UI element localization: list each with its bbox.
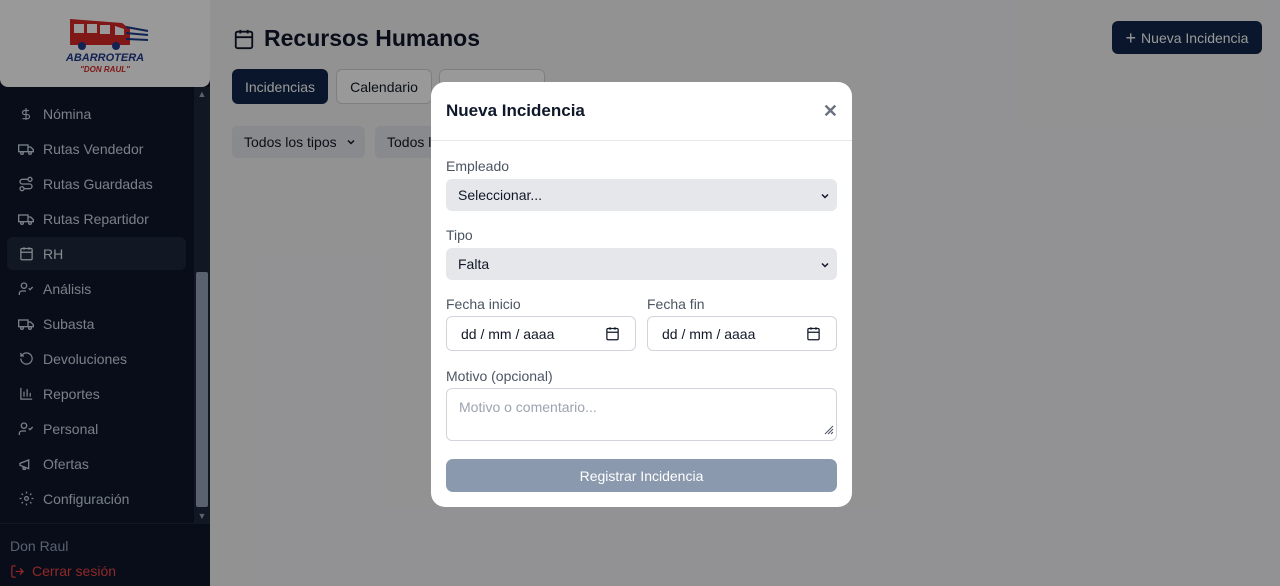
reason-textarea[interactable]: Motivo o comentario...	[446, 388, 837, 441]
reason-label: Motivo (opcional)	[446, 368, 553, 384]
type-select-value: Falta	[458, 256, 490, 272]
end-date-label: Fecha fin	[647, 296, 705, 312]
end-date-value: dd / mm / aaaa	[662, 325, 756, 342]
start-date-label: Fecha inicio	[446, 296, 521, 312]
calendar-icon[interactable]	[605, 326, 620, 344]
type-label: Tipo	[446, 227, 473, 243]
calendar-icon[interactable]	[806, 326, 821, 344]
chevron-down-icon	[819, 258, 831, 274]
resize-grip-icon[interactable]	[822, 422, 834, 438]
modal-header: Nueva Incidencia ✕	[431, 82, 852, 141]
employee-select-value: Seleccionar...	[458, 187, 543, 203]
type-select[interactable]: Falta	[446, 248, 837, 280]
employee-select[interactable]: Seleccionar...	[446, 179, 837, 211]
close-icon[interactable]: ✕	[823, 102, 838, 120]
start-date-input[interactable]: dd / mm / aaaa	[446, 316, 636, 351]
reason-placeholder: Motivo o comentario...	[459, 399, 597, 415]
employee-label: Empleado	[446, 158, 510, 174]
modal-title: Nueva Incidencia	[446, 101, 585, 120]
new-incident-modal: Nueva Incidencia ✕ Empleado Seleccionar.…	[431, 82, 852, 507]
end-date-input[interactable]: dd / mm / aaaa	[647, 316, 837, 351]
start-date-value: dd / mm / aaaa	[461, 325, 555, 342]
register-incident-button[interactable]: Registrar Incidencia	[446, 459, 837, 492]
chevron-down-icon	[819, 189, 831, 205]
